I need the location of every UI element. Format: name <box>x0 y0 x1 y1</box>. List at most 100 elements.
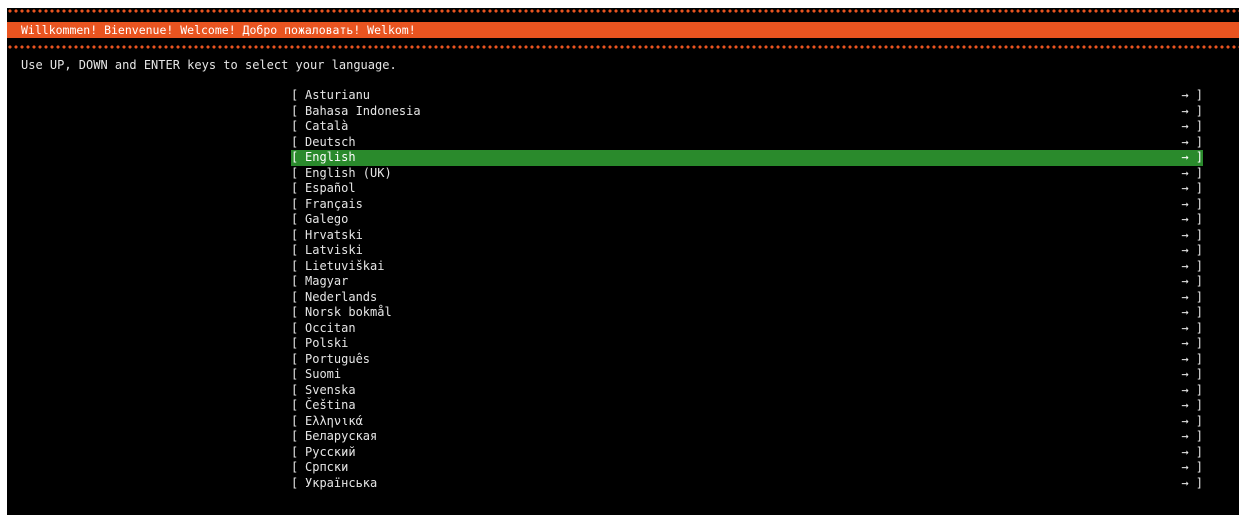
language-name: Bahasa Indonesia <box>305 103 421 118</box>
language-name: Deutsch <box>305 134 356 149</box>
arrow-right-icon: → ] <box>1181 181 1203 195</box>
language-option[interactable]: [ Српски → ] <box>291 460 1203 476</box>
arrow-right-icon: → ] <box>1181 444 1203 459</box>
option-open-bracket: [ <box>291 227 299 242</box>
language-name: Asturianu <box>305 88 371 102</box>
arrow-right-icon: → ] <box>1181 367 1203 381</box>
language-name: Беларуская <box>305 429 378 443</box>
arrow-right-icon: → ] <box>1181 196 1203 211</box>
option-open-bracket: [ <box>291 165 299 180</box>
option-open-bracket: [ <box>291 475 299 490</box>
language-name: Norsk bokmål <box>305 305 392 319</box>
arrow-right-icon: → ] <box>1181 258 1203 273</box>
language-option[interactable]: [ Français → ] <box>291 197 1203 213</box>
language-option[interactable]: [English → ] <box>291 150 1203 166</box>
arrow-right-icon: → ] <box>1181 227 1203 242</box>
arrow-right-icon: → ] <box>1181 320 1203 335</box>
arrow-right-icon: → ] <box>1181 429 1203 443</box>
option-open-bracket: [ <box>291 305 299 319</box>
language-option[interactable]: [ Ελληνικά → ] <box>291 414 1203 430</box>
language-name: Lietuviškai <box>305 258 385 273</box>
language-option[interactable]: [ Español → ] <box>291 181 1203 197</box>
option-open-bracket: [ <box>291 413 299 428</box>
language-list: [ Asturianu → ] [ Bahasa Indonesia → ] [ Català… <box>291 88 1203 491</box>
language-option[interactable]: [ Hrvatski → ] <box>291 228 1203 244</box>
language-option[interactable]: [Català → ] <box>291 119 1203 135</box>
language-option[interactable]: [ Norsk bokmål → ] <box>291 305 1203 321</box>
option-open-bracket: [ <box>291 181 299 195</box>
option-open-bracket: [ <box>291 429 299 443</box>
arrow-right-icon: → ] <box>1181 398 1203 412</box>
language-option[interactable]: [Nederlands → ] <box>291 290 1203 306</box>
language-option[interactable]: [ Occitan → ] <box>291 321 1203 337</box>
arrow-right-icon: → ] <box>1181 289 1203 304</box>
option-open-bracket: [ <box>291 382 299 397</box>
arrow-right-icon: → ] <box>1181 336 1203 350</box>
arrow-right-icon: → ] <box>1181 382 1203 397</box>
option-open-bracket: [ <box>291 351 299 366</box>
language-option[interactable]: [ Беларуская → ] <box>291 429 1203 445</box>
arrow-right-icon: → ] <box>1181 88 1203 102</box>
option-open-bracket: [ <box>291 460 299 474</box>
language-option[interactable]: [ Polski → ] <box>291 336 1203 352</box>
language-name: Magyar <box>305 274 349 288</box>
option-open-bracket: [ <box>291 196 299 211</box>
arrow-right-icon: → ] <box>1181 165 1203 180</box>
arrow-right-icon: → ] <box>1181 305 1203 319</box>
header-title: Willkommen! Bienvenue! Welcome! Добро по… <box>21 23 416 37</box>
language-option[interactable]: [ Svenska → ] <box>291 383 1203 399</box>
option-open-bracket: [ <box>291 289 299 304</box>
language-option[interactable]: [ Bahasa Indonesia → ] <box>291 104 1203 120</box>
arrow-right-icon: → ] <box>1181 103 1203 118</box>
option-open-bracket: [ <box>291 367 299 381</box>
arrow-right-icon: → ] <box>1181 460 1203 474</box>
arrow-right-icon: → ] <box>1181 413 1203 428</box>
language-name: Suomi <box>305 367 342 381</box>
language-option[interactable]: [ Asturianu → ] <box>291 88 1203 104</box>
option-open-bracket: [ <box>291 320 299 335</box>
option-open-bracket: [ <box>291 150 299 164</box>
arrow-right-icon: → ] <box>1181 475 1203 490</box>
option-open-bracket: [ <box>291 274 299 288</box>
language-name: Français <box>305 196 363 211</box>
option-open-bracket: [ <box>291 134 299 149</box>
language-option[interactable]: [ Русский → ] <box>291 445 1203 461</box>
arrow-right-icon: → ] <box>1181 134 1203 149</box>
language-name: Svenska <box>305 382 356 397</box>
arrow-right-icon: → ] <box>1181 243 1203 257</box>
language-option[interactable]: [Português → ] <box>291 352 1203 368</box>
option-open-bracket: [ <box>291 398 299 412</box>
instruction-text: Use UP, DOWN and ENTER keys to select yo… <box>21 58 397 72</box>
language-option[interactable]: [Українська → ] <box>291 476 1203 492</box>
language-option[interactable]: [English (UK) → ] <box>291 166 1203 182</box>
language-name: Español <box>305 181 356 195</box>
language-name: Српски <box>305 460 349 474</box>
language-name: Occitan <box>305 320 356 335</box>
option-open-bracket: [ <box>291 336 299 350</box>
header-bar: Willkommen! Bienvenue! Welcome! Добро по… <box>7 22 1239 38</box>
language-name: Русский <box>305 444 356 459</box>
language-name: Ελληνικά <box>305 413 363 428</box>
language-option[interactable]: [Latviski → ] <box>291 243 1203 259</box>
option-open-bracket: [ <box>291 103 299 118</box>
arrow-right-icon: → ] <box>1181 274 1203 288</box>
option-open-bracket: [ <box>291 243 299 257</box>
language-name: Polski <box>305 336 349 350</box>
language-option[interactable]: [ Suomi → ] <box>291 367 1203 383</box>
language-option[interactable]: [Lietuviškai → ] <box>291 259 1203 275</box>
language-name: Català <box>305 119 349 133</box>
language-name: Galego <box>305 212 349 226</box>
language-option[interactable]: [Čeština → ] <box>291 398 1203 414</box>
language-name: English <box>305 150 356 164</box>
language-option[interactable]: [ Galego → ] <box>291 212 1203 228</box>
arrow-right-icon: → ] <box>1181 119 1203 133</box>
header-border-bottom <box>7 44 1239 50</box>
language-option[interactable]: [ Magyar → ] <box>291 274 1203 290</box>
language-name: Hrvatski <box>305 227 363 242</box>
option-open-bracket: [ <box>291 444 299 459</box>
option-open-bracket: [ <box>291 212 299 226</box>
language-option[interactable]: [ Deutsch → ] <box>291 135 1203 151</box>
language-name: Português <box>305 351 371 366</box>
arrow-right-icon: → ] <box>1181 212 1203 226</box>
option-open-bracket: [ <box>291 88 299 102</box>
